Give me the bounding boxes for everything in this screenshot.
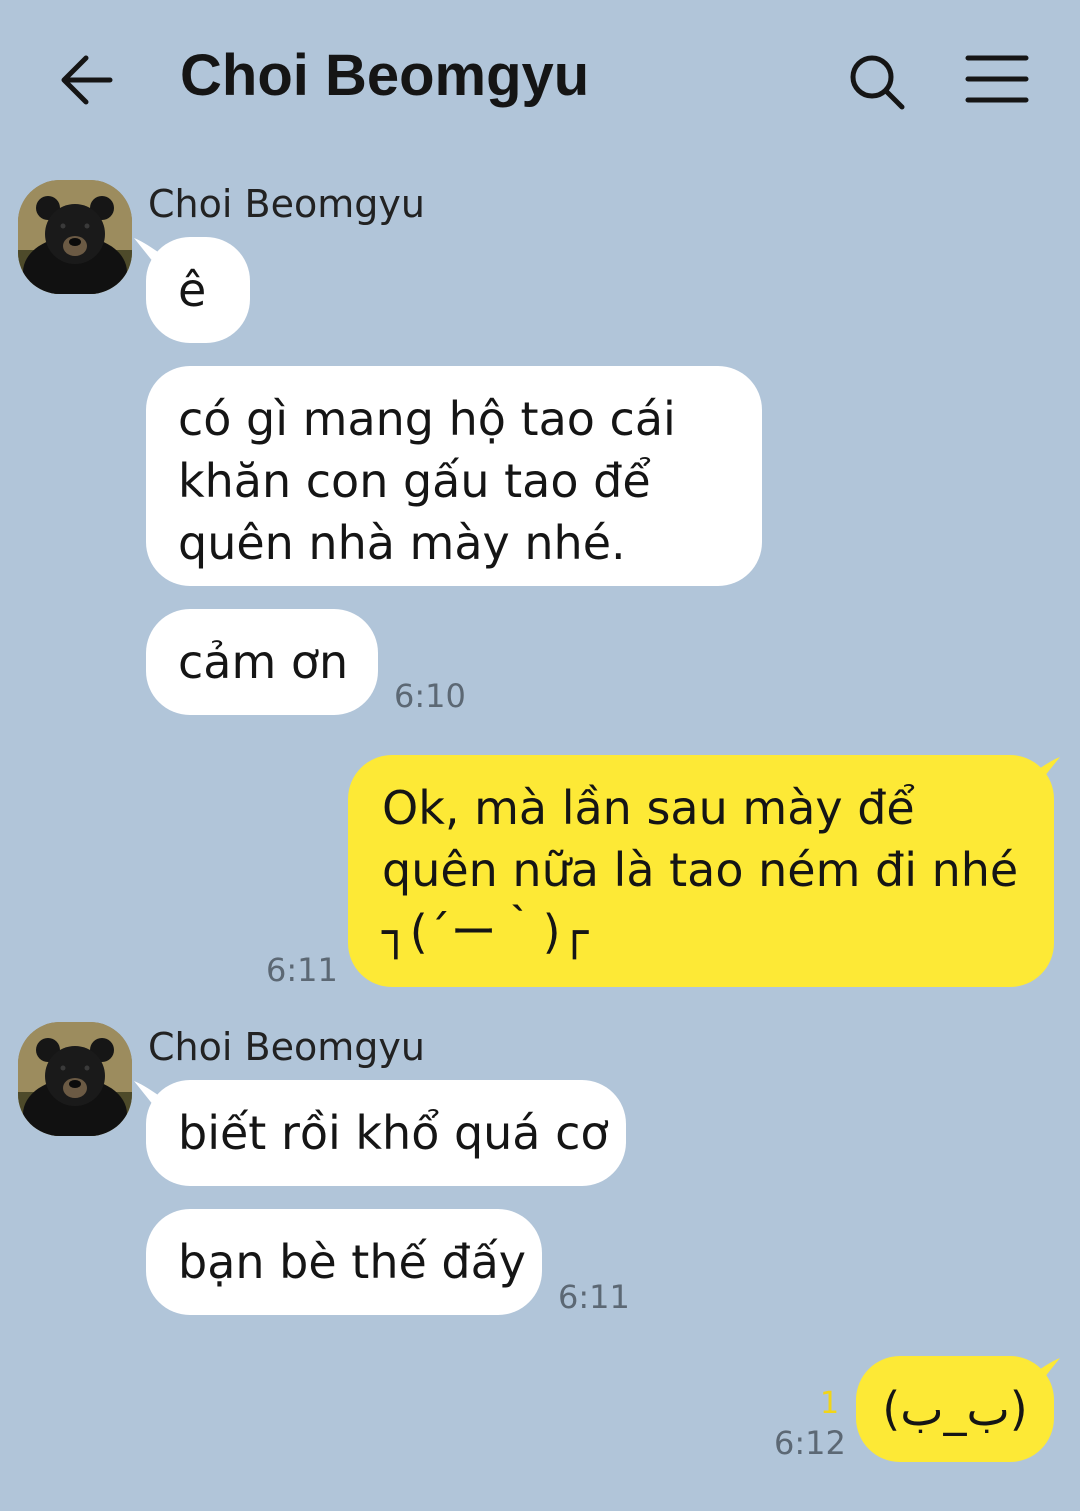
bear-avatar-icon [18, 180, 132, 294]
search-icon [850, 55, 905, 110]
message-text: Ok, mà lần sau mày để quên nữa là tao né… [382, 781, 1019, 959]
unread-count-badge: 1 [820, 1386, 840, 1421]
message-bubble[interactable]: có gì mang hộ tao cái khăn con gấu tao đ… [146, 366, 762, 586]
avatar[interactable] [18, 180, 132, 294]
avatar[interactable] [18, 1022, 132, 1136]
sender-name: Choi Beomgyu [148, 1025, 425, 1069]
message-bubble[interactable]: Ok, mà lần sau mày để quên nữa là tao né… [348, 755, 1054, 987]
message-text: (ب_ب) [882, 1382, 1028, 1436]
page-title: Choi Beomgyu [180, 43, 590, 108]
message-bubble[interactable]: bạn bè thế đấy [146, 1209, 542, 1315]
message-text: biết rồi khổ quá cơ [178, 1106, 609, 1160]
message-text: có gì mang hộ tao cái khăn con gấu tao đ… [178, 392, 676, 570]
bubble-tail [134, 1081, 164, 1111]
menu-button[interactable] [958, 46, 1036, 112]
message-bubble[interactable]: (ب_ب) [856, 1356, 1054, 1462]
message-time: 6:12 [774, 1424, 846, 1462]
message-bubble[interactable]: biết rồi khổ quá cơ [146, 1080, 626, 1186]
message-bubble[interactable]: cảm ơn [146, 609, 378, 715]
arrow-left-icon [61, 55, 113, 105]
sender-name: Choi Beomgyu [148, 182, 425, 226]
message-text: cảm ơn [178, 635, 349, 689]
hamburger-menu-icon [965, 55, 1029, 103]
message-time: 6:10 [394, 677, 466, 715]
bubble-tail [1030, 1358, 1060, 1388]
message-time: 6:11 [558, 1278, 630, 1316]
back-button[interactable] [52, 48, 120, 112]
message-text: ê [178, 263, 207, 317]
chat-header: Choi Beomgyu [0, 0, 1080, 160]
message-time: 6:11 [266, 951, 338, 989]
search-button[interactable] [840, 46, 912, 118]
message-text: bạn bè thế đấy [178, 1235, 527, 1289]
bear-avatar-icon [18, 1022, 132, 1136]
bubble-tail [1030, 757, 1060, 787]
bubble-tail [134, 238, 164, 268]
